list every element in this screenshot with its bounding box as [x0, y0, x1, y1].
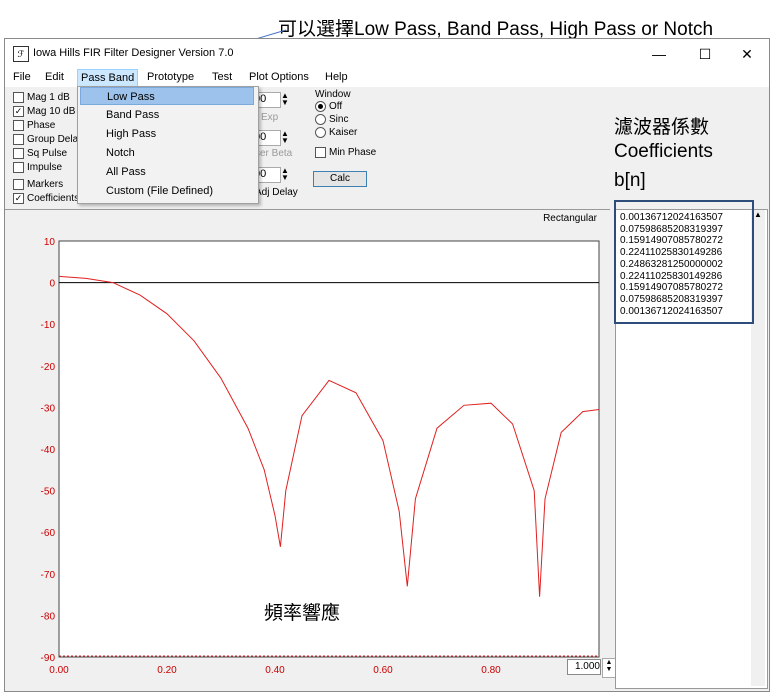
menu-file[interactable]: File — [13, 71, 31, 83]
y-tick-label: 0 — [49, 279, 55, 290]
checkbox-box — [13, 162, 24, 173]
x-tick-label: 0.00 — [49, 665, 69, 676]
window-title: Iowa Hills FIR Filter Designer Version 7… — [33, 47, 234, 59]
x-tick-label: 0.20 — [157, 665, 177, 676]
menu-item-notch[interactable]: Notch — [80, 144, 254, 162]
checkbox-box — [13, 92, 24, 103]
x-tick-label: 0.40 — [265, 665, 285, 676]
y-tick-label: -60 — [41, 528, 56, 539]
menu-edit[interactable]: Edit — [45, 71, 64, 83]
zoom-spin-icon[interactable]: ▲ ▼ — [602, 658, 616, 678]
check-min-phase[interactable]: Min Phase — [315, 147, 376, 158]
y-tick-label: -70 — [41, 570, 56, 581]
checkbox-box — [315, 147, 326, 158]
radio-window-sinc[interactable]: Sinc — [315, 114, 348, 125]
check-phase[interactable]: Phase — [13, 120, 55, 131]
x-tick-label: 0.80 — [481, 665, 501, 676]
callout-freq-response: 頻率響應 — [264, 603, 341, 624]
radio-window-kaiser[interactable]: Kaiser — [315, 127, 357, 138]
zoom-input[interactable]: 1.000 — [567, 659, 601, 675]
menu-item-all-pass[interactable]: All Pass — [80, 163, 254, 181]
y-tick-labels: 10 0 -10 -20 -30 -40 -50 -60 -70 -80 -90 — [41, 237, 56, 664]
y-tick-label: -10 — [41, 320, 56, 331]
y-tick-label: 10 — [44, 237, 56, 248]
spin-arrows-icon[interactable]: ▲ ▼ — [281, 92, 289, 107]
close-button[interactable]: ✕ — [725, 41, 769, 67]
maximize-button[interactable]: ☐ — [683, 41, 727, 67]
checkbox-box — [13, 120, 24, 131]
adj-delay-label: Adj Delay — [255, 187, 298, 198]
minimize-button[interactable]: — — [637, 41, 681, 67]
y-tick-label: -90 — [41, 653, 56, 664]
check-coefficients[interactable]: ✓ Coefficients — [13, 193, 79, 204]
window-group-title: Window — [315, 89, 351, 100]
y-tick-label: -80 — [41, 611, 56, 622]
y-tick-label: -50 — [41, 487, 56, 498]
checkbox-box — [13, 179, 24, 190]
checkbox-box — [13, 148, 24, 159]
checkbox-box: ✓ — [13, 106, 24, 117]
callout-coef-zh: 濾波器係數 — [614, 117, 710, 138]
menu-item-custom[interactable]: Custom (File Defined) — [80, 182, 254, 200]
menu-item-high-pass[interactable]: High Pass — [80, 125, 254, 143]
check-markers[interactable]: Markers — [13, 179, 63, 190]
radio-dot — [315, 114, 326, 125]
radio-dot — [315, 127, 326, 138]
callout-top: 可以選擇Low Pass, Band Pass, High Pass or No… — [278, 19, 714, 40]
checkbox-box: ✓ — [13, 193, 24, 204]
check-sq-pulse[interactable]: Sq Pulse — [13, 148, 67, 159]
callout-coef-sym: b[n] — [614, 170, 646, 191]
y-tick-label: -40 — [41, 445, 56, 456]
menu-help[interactable]: Help — [325, 71, 348, 83]
checkbox-box — [13, 134, 24, 145]
check-mag-1db[interactable]: Mag 1 dB — [13, 92, 70, 103]
calc-button[interactable]: Calc — [313, 171, 367, 187]
plot-frame — [58, 240, 600, 658]
menu-plot-options[interactable]: Plot Options — [249, 71, 309, 83]
y-tick-label: -30 — [41, 403, 56, 414]
menu-item-band-pass[interactable]: Band Pass — [80, 106, 254, 124]
menu-item-low-pass[interactable]: Low Pass — [80, 87, 254, 105]
y-tick-label: -20 — [41, 362, 56, 373]
check-impulse[interactable]: Impulse — [13, 162, 62, 173]
check-group-delay[interactable]: Group Delay — [13, 134, 83, 145]
kaiser-beta-label: ser Beta — [255, 148, 293, 159]
radio-dot — [315, 101, 326, 112]
x-tick-label: 0.60 — [373, 665, 393, 676]
title-bar: ℱ Iowa Hills FIR Filter Designer Version… — [5, 39, 769, 69]
menu-bar: File Edit Pass Band Prototype Test Plot … — [5, 69, 769, 87]
radio-window-off[interactable]: Off — [315, 101, 342, 112]
pass-band-menu: Low Pass Band Pass High Pass Notch All P… — [77, 86, 259, 204]
menu-prototype[interactable]: Prototype — [147, 71, 194, 83]
window-type-label: Rectangular — [543, 213, 598, 224]
exp-label: Exp — [261, 112, 279, 123]
menu-test[interactable]: Test — [212, 71, 232, 83]
spin-arrows-icon[interactable]: ▲ ▼ — [281, 167, 289, 182]
app-icon: ℱ — [13, 46, 29, 62]
callout-coef-en: Coefficients — [614, 141, 713, 162]
x-tick-labels: 0.00 0.20 0.40 0.60 0.80 — [49, 665, 501, 676]
spin-arrows-icon[interactable]: ▲ ▼ — [281, 130, 289, 145]
menu-pass-band[interactable]: Pass Band — [77, 69, 139, 87]
check-mag-10db[interactable]: ✓ Mag 10 dB — [13, 106, 75, 117]
coefficient-highlight-box — [614, 200, 754, 324]
